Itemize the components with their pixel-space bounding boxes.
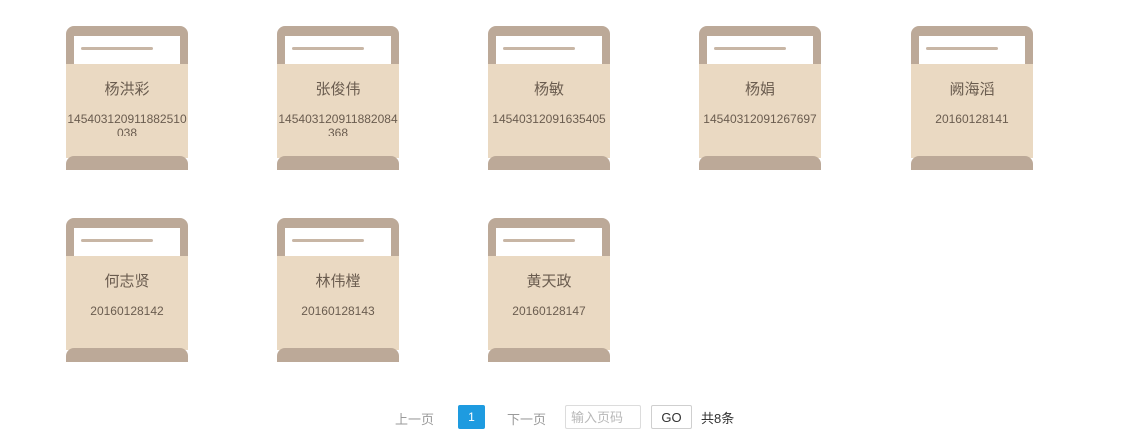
paper-line: [503, 239, 575, 242]
total-count: 共8条: [701, 411, 735, 426]
student-card[interactable]: 杨敏 14540312091635405: [488, 26, 610, 170]
page-number-button[interactable]: 1: [458, 405, 485, 429]
card-name: 张俊伟: [315, 81, 361, 98]
next-page-link[interactable]: 下一页: [507, 409, 546, 428]
student-card[interactable]: 张俊伟 145403120911882084368: [277, 26, 399, 170]
card-bottom: [699, 156, 821, 170]
card-grid: 杨洪彩 145403120911882510038 张俊伟 1454031209…: [0, 0, 1123, 380]
card-code: 14540312091635405: [492, 112, 606, 126]
card-bottom: [66, 348, 188, 362]
card-bottom: [488, 348, 610, 362]
page-number-input[interactable]: [565, 405, 641, 429]
card-bottom: [911, 156, 1033, 170]
paper-line: [714, 47, 786, 50]
card-name: 杨娟: [744, 81, 775, 98]
paper-line: [926, 47, 998, 50]
card-bottom: [66, 156, 188, 170]
card-name: 何志贤: [104, 273, 150, 290]
card-name: 林伟樘: [315, 273, 361, 290]
card-bottom: [277, 156, 399, 170]
card-name: 杨洪彩: [104, 81, 150, 98]
card-code: 14540312091267697: [703, 112, 817, 126]
student-card[interactable]: 何志贤 20160128142: [66, 218, 188, 362]
student-card[interactable]: 杨洪彩 145403120911882510038: [66, 26, 188, 170]
card-code: 20160128142: [90, 304, 164, 318]
card-bottom: [277, 348, 399, 362]
card-code: 20160128147: [512, 304, 586, 318]
paper-line: [292, 239, 364, 242]
card-name: 阙海滔: [949, 81, 995, 98]
card-name: 黄天政: [526, 273, 572, 290]
pagination: 上一页 1 下一页 GO 共8条: [0, 405, 1123, 431]
card-code: 145403120911882084368: [278, 112, 398, 136]
card-code: 20160128143: [301, 304, 375, 318]
paper-line: [81, 239, 153, 242]
paper-line: [503, 47, 575, 50]
card-code: 20160128141: [935, 112, 1009, 126]
student-card[interactable]: 林伟樘 20160128143: [277, 218, 399, 362]
paper-line: [81, 47, 153, 50]
student-card[interactable]: 杨娟 14540312091267697: [699, 26, 821, 170]
go-button[interactable]: GO: [651, 405, 692, 429]
student-card[interactable]: 黄天政 20160128147: [488, 218, 610, 362]
prev-page-link[interactable]: 上一页: [395, 409, 434, 428]
paper-line: [292, 47, 364, 50]
student-card[interactable]: 阙海滔 20160128141: [911, 26, 1033, 170]
card-code: 145403120911882510038: [67, 112, 187, 136]
card-name: 杨敏: [533, 81, 564, 98]
card-bottom: [488, 156, 610, 170]
